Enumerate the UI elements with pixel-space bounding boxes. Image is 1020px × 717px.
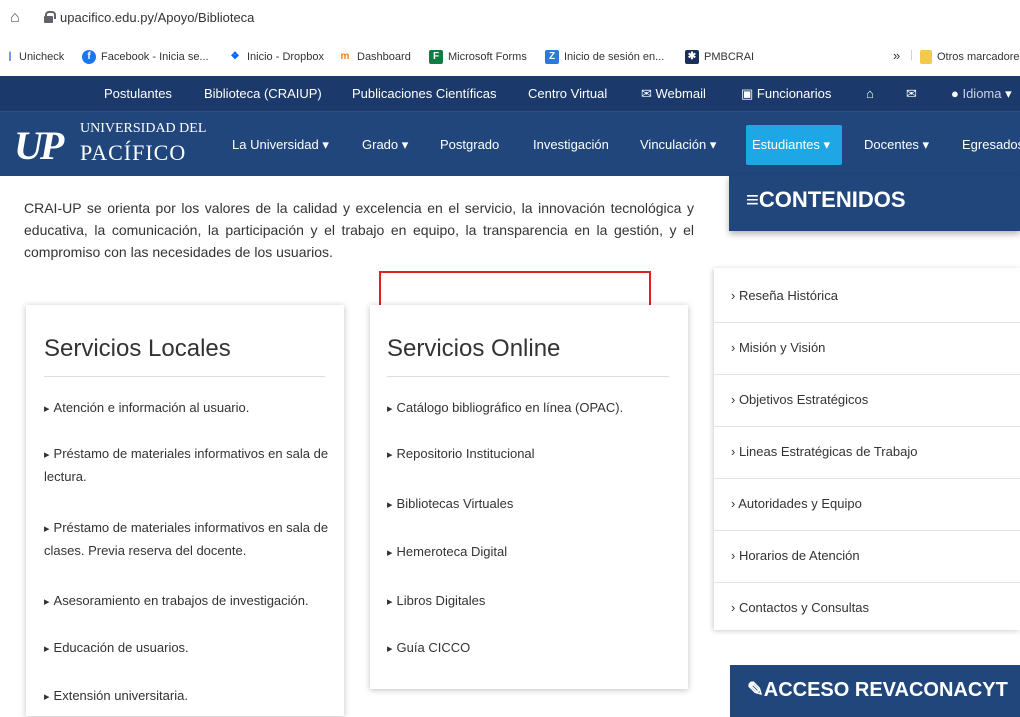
bookmark-label: Dashboard	[357, 51, 411, 63]
bookmark-other[interactable]: Otros marcadore	[920, 50, 1020, 64]
top-nav: Postulantes Biblioteca (CRAIUP) Publicac…	[0, 76, 1020, 112]
topnav-webmail[interactable]: ✉ Webmail	[641, 86, 706, 102]
bookmark-unicheck[interactable]: | Unicheck	[6, 50, 64, 64]
servicios-locales-card: Servicios Locales Atención e información…	[26, 305, 344, 716]
nav-postgrado[interactable]: Postgrado	[440, 137, 499, 152]
nav-label: La Universidad	[232, 137, 319, 152]
nav-grado[interactable]: Grado ▾	[362, 137, 408, 153]
url-field[interactable]: upacifico.edu.py/Apoyo/Biblioteca	[60, 10, 254, 25]
logo-line-2: PACÍFICO	[80, 140, 187, 165]
topnav-publicaciones[interactable]: Publicaciones Científicas	[352, 86, 497, 101]
more-bookmarks-label: »	[893, 48, 901, 63]
nav-vinculacion[interactable]: Vinculación ▾	[640, 137, 716, 153]
facebook-icon: f	[82, 50, 96, 64]
list-item: Préstamo de materiales informativos en s…	[44, 443, 334, 488]
nav-egresados[interactable]: Egresados	[962, 137, 1020, 152]
topnav-postulantes[interactable]: Postulantes	[104, 86, 172, 101]
list-item: Educación de usuarios.	[44, 637, 334, 660]
online-link-repositorio[interactable]: Repositorio Institucional	[387, 443, 677, 466]
bookmark-label: Inicio - Dropbox	[247, 51, 325, 63]
zoho-icon: Z	[545, 50, 559, 64]
briefcase-icon: ▣	[741, 86, 757, 101]
pmb-icon: ✱	[685, 50, 699, 64]
address-bar: ⌂ upacifico.edu.py/Apoyo/Biblioteca	[0, 0, 1020, 38]
unicheck-icon: |	[6, 50, 14, 64]
home-nav-icon[interactable]: ⌂	[866, 86, 874, 101]
nav-label: Vinculación	[640, 137, 707, 152]
topnav-centro-virtual[interactable]: Centro Virtual	[528, 86, 607, 101]
nav-docentes[interactable]: Docentes ▾	[864, 137, 929, 153]
bookmark-label: Otros marcadore	[937, 51, 1020, 63]
contents-item[interactable]: › Reseña Histórica	[714, 271, 1020, 323]
divider	[44, 376, 325, 377]
globe-icon: ●	[951, 86, 963, 101]
online-link-bibliotecas[interactable]: Bibliotecas Virtuales	[387, 493, 677, 516]
external-link-icon: ✎	[747, 679, 764, 701]
bookmark-label: Inicio de sesión en...	[564, 51, 665, 63]
topnav-idioma[interactable]: ● Idioma ▾	[951, 86, 1012, 102]
nav-la-universidad[interactable]: La Universidad ▾	[232, 137, 329, 153]
contents-item[interactable]: › Horarios de Atención	[714, 531, 1020, 583]
topnav-idioma-label: Idioma	[962, 86, 1002, 101]
online-link-libros[interactable]: Libros Digitales	[387, 590, 677, 613]
topnav-biblioteca[interactable]: Biblioteca (CRAIUP)	[204, 86, 322, 101]
home-icon[interactable]: ⌂	[10, 9, 20, 27]
servicios-online-card: Servicios Online Catálogo bibliográfico …	[370, 305, 688, 689]
mail-icon[interactable]: ✉	[906, 86, 917, 102]
bookmark-facebook[interactable]: f Facebook - Inicia se...	[82, 50, 209, 64]
revaconacyt-banner[interactable]: ✎ACCESO REVACONACYT	[730, 665, 1020, 717]
logo-line-1: UNIVERSIDAD DEL	[80, 121, 207, 136]
main-nav: UP UNIVERSIDAD DEL PACÍFICO La Universid…	[0, 112, 1020, 176]
bookmark-label: PMBCRAI	[704, 51, 755, 63]
envelope-icon: ✉	[641, 86, 656, 101]
contents-heading: ≡CONTENIDOS	[729, 175, 1020, 231]
contents-item[interactable]: › Objetivos Estratégicos	[714, 375, 1020, 427]
bookmark-separator: |	[910, 49, 913, 61]
more-bookmarks-button[interactable]: »	[893, 48, 900, 63]
bookmark-dashboard[interactable]: m Dashboard	[338, 50, 411, 64]
nav-investigacion[interactable]: Investigación	[533, 137, 609, 152]
topnav-funcionarios[interactable]: ▣ Funcionarios	[741, 86, 831, 102]
lock-icon[interactable]	[44, 11, 56, 23]
revaconacyt-label: ACCESO REVACONACYT	[763, 679, 1008, 701]
divider	[387, 376, 669, 377]
contents-item[interactable]: › Misión y Visión	[714, 323, 1020, 375]
bookmark-label: Unicheck	[19, 51, 65, 63]
bookmark-dropbox[interactable]: ❖ Inicio - Dropbox	[228, 50, 324, 64]
online-link-opac[interactable]: Catálogo bibliográfico en línea (OPAC).	[387, 397, 682, 420]
bookmark-pmbcrai[interactable]: ✱ PMBCRAI	[685, 50, 754, 64]
topnav-funcionarios-label: Funcionarios	[756, 86, 832, 101]
bookmark-forms[interactable]: F Microsoft Forms	[429, 50, 527, 64]
logo-mark[interactable]: UP	[14, 122, 64, 169]
list-item: Extensión universitaria.	[44, 685, 334, 708]
nav-estudiantes[interactable]: Estudiantes ▾	[752, 137, 830, 153]
contents-item[interactable]: › Contactos y Consultas	[714, 583, 1020, 635]
bookmark-zoho[interactable]: Z Inicio de sesión en...	[545, 50, 664, 64]
bookmark-label: Microsoft Forms	[448, 51, 527, 63]
online-title: Servicios Online	[387, 335, 561, 362]
topnav-webmail-label: Webmail	[655, 86, 706, 101]
list-item: Atención e información al usuario.	[44, 397, 334, 420]
bookmarks-bar: | Unicheck f Facebook - Inicia se... ❖ I…	[0, 40, 1020, 74]
dropbox-icon: ❖	[228, 50, 242, 64]
online-link-cicco[interactable]: Guía CICCO	[387, 637, 677, 660]
bookmark-label: Facebook - Inicia se...	[101, 51, 209, 63]
contents-list: › Reseña Histórica › Misión y Visión › O…	[714, 268, 1020, 630]
contents-item[interactable]: › Lineas Estratégicas de Trabajo	[714, 427, 1020, 479]
nav-label: Grado	[362, 137, 399, 152]
folder-icon	[920, 50, 932, 64]
online-link-hemeroteca[interactable]: Hemeroteca Digital	[387, 541, 677, 564]
moodle-icon: m	[338, 50, 352, 64]
contents-item[interactable]: › Autoridades y Equipo	[714, 479, 1020, 531]
nav-label: Docentes	[864, 137, 919, 152]
locales-title: Servicios Locales	[44, 335, 231, 362]
forms-icon: F	[429, 50, 443, 64]
intro-paragraph: CRAI-UP se orienta por los valores de la…	[24, 200, 694, 260]
list-item: Asesoramiento en trabajos de investigaci…	[44, 590, 344, 613]
list-item: Préstamo de materiales informativos en s…	[44, 517, 334, 562]
nav-label: Estudiantes	[752, 137, 820, 152]
